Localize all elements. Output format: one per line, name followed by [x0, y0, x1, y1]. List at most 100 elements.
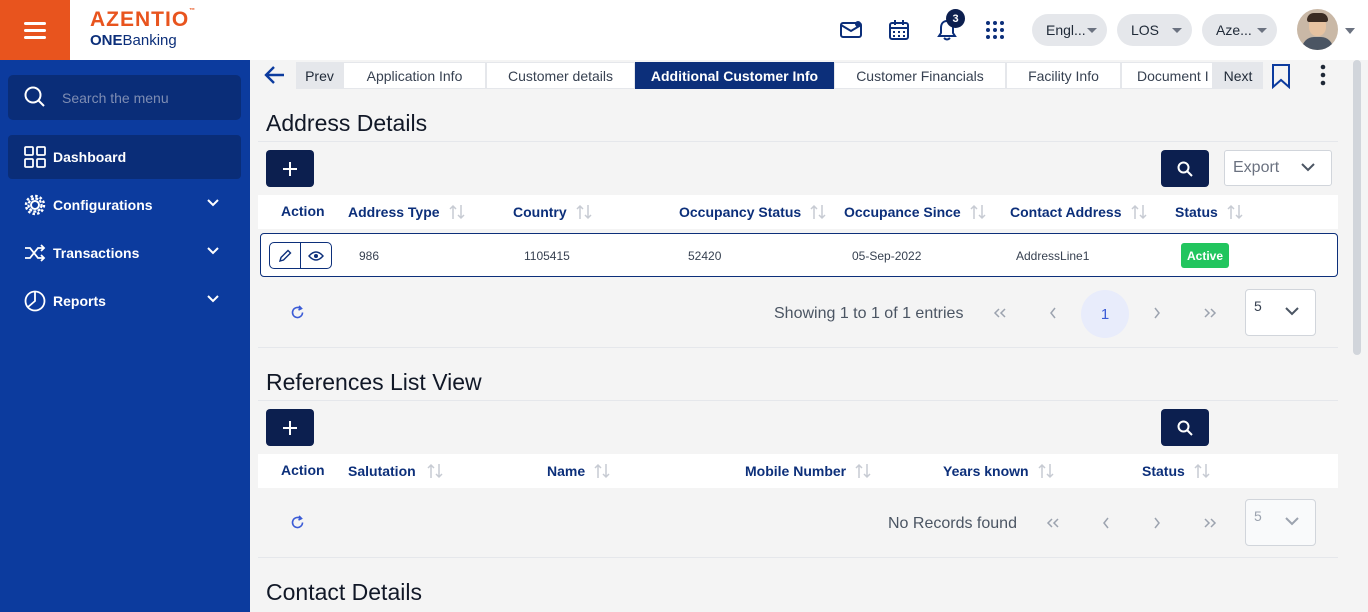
edit-button[interactable] [270, 243, 300, 268]
sort-icon [969, 203, 987, 221]
column-header-sortable[interactable]: Address Type [348, 203, 466, 221]
sidebar-item-label: Reports [53, 293, 106, 309]
references-search-button[interactable] [1161, 409, 1209, 446]
column-header-sortable[interactable]: Occupance Since [844, 203, 987, 221]
hamburger-icon [24, 20, 46, 41]
prev-tab-button[interactable]: Prev [296, 62, 343, 89]
language-select[interactable]: Engl... [1032, 14, 1107, 46]
avatar[interactable] [1297, 9, 1338, 50]
brand-sub-rest: Banking [122, 32, 177, 49]
more-options-icon[interactable] [1315, 63, 1331, 89]
tab-customer-financials[interactable]: Customer Financials [834, 62, 1006, 89]
sidebar-item-configurations[interactable]: Configurations [8, 183, 241, 227]
chevron-left-icon [1103, 517, 1109, 529]
last-page-button[interactable] [1195, 508, 1225, 538]
dashboard-grid-icon [24, 146, 46, 168]
refresh-icon[interactable] [290, 305, 305, 320]
entity-select[interactable]: Aze... [1202, 14, 1277, 46]
step-tabs: Prev Application Info Customer details A… [296, 62, 1263, 89]
column-header-sortable[interactable]: Name [547, 462, 611, 480]
bookmark-icon[interactable] [1271, 63, 1291, 89]
mail-icon[interactable] [839, 18, 863, 42]
back-arrow-icon[interactable] [262, 62, 288, 88]
menu-search-input[interactable]: Search the menu [8, 75, 241, 120]
sort-icon [448, 203, 466, 221]
brand-name: AZENTIO [90, 8, 190, 31]
sidebar-item-label: Dashboard [53, 149, 127, 165]
column-header-sortable[interactable]: Country [513, 203, 593, 221]
address-search-button[interactable] [1161, 150, 1209, 187]
apps-grid-icon[interactable] [983, 18, 1007, 42]
chevron-down-icon [207, 247, 219, 255]
last-page-button[interactable] [1195, 298, 1225, 328]
module-value: LOS [1131, 22, 1160, 38]
calendar-icon[interactable] [887, 18, 911, 42]
tab-additional-customer-info[interactable]: Additional Customer Info [635, 62, 834, 89]
divider [258, 347, 1338, 348]
cell-country: 1105415 [524, 249, 570, 263]
tab-application-info[interactable]: Application Info [343, 62, 486, 89]
export-select[interactable]: Export [1224, 150, 1332, 186]
tab-facility-info[interactable]: Facility Info [1006, 62, 1121, 89]
export-label: Export [1233, 159, 1280, 176]
contact-details-title: Contact Details [266, 579, 422, 605]
chevron-left-icon [1050, 307, 1056, 319]
sidebar-item-transactions[interactable]: Transactions [8, 231, 241, 275]
prev-page-button[interactable] [1091, 508, 1121, 538]
top-bar: AZENTIO™ ONEBanking 3 Engl... LOS Aze... [0, 0, 1368, 60]
row-actions [269, 242, 332, 269]
plus-icon [283, 420, 297, 435]
refresh-icon[interactable] [290, 515, 305, 530]
references-title: References List View [266, 369, 482, 395]
sort-icon [593, 462, 611, 480]
prev-page-button[interactable] [1038, 298, 1068, 328]
page-1-button[interactable]: 1 [1081, 290, 1129, 338]
next-tab-button[interactable]: Next [1213, 62, 1263, 89]
divider [258, 400, 1338, 401]
sort-icon [1130, 203, 1148, 221]
next-page-button[interactable] [1142, 508, 1172, 538]
cell-occupance-since: 05-Sep-2022 [852, 249, 922, 263]
pagination-info: Showing 1 to 1 of 1 entries [774, 305, 964, 322]
add-address-button[interactable] [266, 150, 314, 187]
search-icon [1177, 161, 1193, 177]
page-size-select[interactable]: 5 [1245, 289, 1316, 336]
sidebar: Search the menu Dashboard Configurations… [0, 60, 250, 612]
table-row[interactable] [260, 233, 1338, 277]
entity-value: Aze... [1216, 22, 1252, 38]
module-select[interactable]: LOS [1117, 14, 1192, 46]
pencil-icon [279, 249, 292, 262]
sidebar-item-dashboard[interactable]: Dashboard [8, 135, 241, 179]
gear-icon [24, 194, 46, 216]
sidebar-item-reports[interactable]: Reports [8, 279, 241, 323]
column-header-sortable[interactable]: Status [1142, 462, 1211, 480]
chevron-down-icon [1087, 28, 1097, 33]
tab-customer-details[interactable]: Customer details [486, 62, 635, 89]
chevron-down-icon[interactable] [1345, 28, 1355, 34]
sort-icon [1193, 462, 1211, 480]
add-reference-button[interactable] [266, 409, 314, 446]
chevron-down-icon [1285, 307, 1299, 316]
status-badge: Active [1181, 243, 1229, 268]
column-header-sortable[interactable]: Salutation [348, 462, 444, 480]
view-button[interactable] [300, 243, 331, 268]
first-page-button[interactable] [985, 298, 1015, 328]
chevron-down-icon [1257, 28, 1267, 33]
sort-icon [1037, 462, 1055, 480]
chevron-down-icon [1301, 163, 1315, 172]
menu-toggle-button[interactable] [0, 0, 70, 60]
column-header: Action [281, 462, 325, 478]
first-page-button[interactable] [1038, 508, 1068, 538]
column-header-sortable[interactable]: Years known [943, 462, 1055, 480]
sidebar-item-label: Transactions [53, 245, 140, 261]
column-header-sortable[interactable]: Occupancy Status [679, 203, 827, 221]
tab-document-info[interactable]: Document I [1121, 62, 1213, 89]
trademark: ™ [189, 8, 197, 14]
column-header-sortable[interactable]: Status [1175, 203, 1244, 221]
next-page-button[interactable] [1142, 298, 1172, 328]
page-size-select[interactable]: 5 [1245, 499, 1316, 546]
column-header-sortable[interactable]: Contact Address [1010, 203, 1148, 221]
page-scrollbar[interactable] [1353, 60, 1361, 355]
search-icon [1177, 420, 1193, 436]
column-header-sortable[interactable]: Mobile Number [745, 462, 872, 480]
